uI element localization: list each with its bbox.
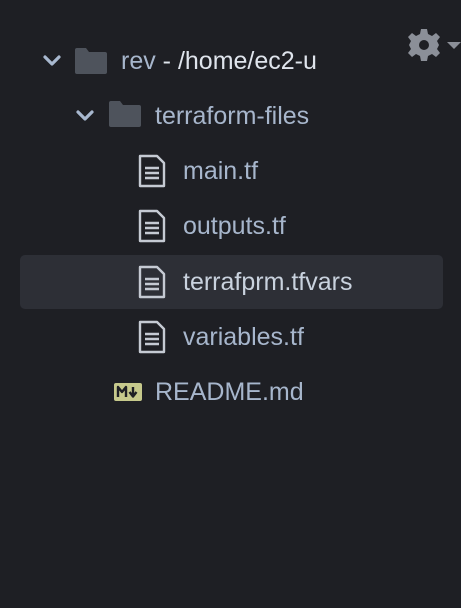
markdown-icon bbox=[114, 383, 142, 401]
file-label: terrafprm.tfvars bbox=[183, 268, 353, 296]
file-text-icon bbox=[138, 209, 166, 243]
tree-item-file[interactable]: variables.tf bbox=[0, 310, 461, 364]
folder-label: terraform-files bbox=[155, 102, 310, 130]
file-text-icon bbox=[138, 320, 166, 354]
file-label: variables.tf bbox=[183, 323, 304, 351]
chevron-down-icon[interactable] bbox=[75, 106, 95, 126]
root-folder-path: - /home/ec2-u bbox=[155, 47, 317, 75]
folder-icon bbox=[109, 101, 141, 127]
tree-item-file[interactable]: main.tf bbox=[0, 144, 461, 198]
folder-icon bbox=[75, 48, 107, 74]
file-label: README.md bbox=[155, 378, 304, 406]
root-folder-name: rev bbox=[121, 47, 156, 75]
file-tree: rev - /home/ec2-u terraform-files main.t… bbox=[0, 0, 461, 608]
tree-item-readme[interactable]: README.md bbox=[0, 365, 461, 419]
tree-item-file-selected[interactable]: terrafprm.tfvars bbox=[20, 255, 443, 309]
file-text-icon bbox=[138, 154, 166, 188]
file-label: main.tf bbox=[183, 157, 259, 185]
tree-item-root-folder[interactable]: rev - /home/ec2-u bbox=[0, 34, 461, 88]
file-text-icon bbox=[138, 265, 166, 299]
tree-item-file[interactable]: outputs.tf bbox=[0, 199, 461, 253]
tree-item-folder-terraform-files[interactable]: terraform-files bbox=[0, 89, 461, 143]
chevron-down-icon[interactable] bbox=[42, 51, 62, 71]
file-label: outputs.tf bbox=[183, 212, 286, 240]
root-folder-label: rev - /home/ec2-u bbox=[121, 47, 317, 75]
